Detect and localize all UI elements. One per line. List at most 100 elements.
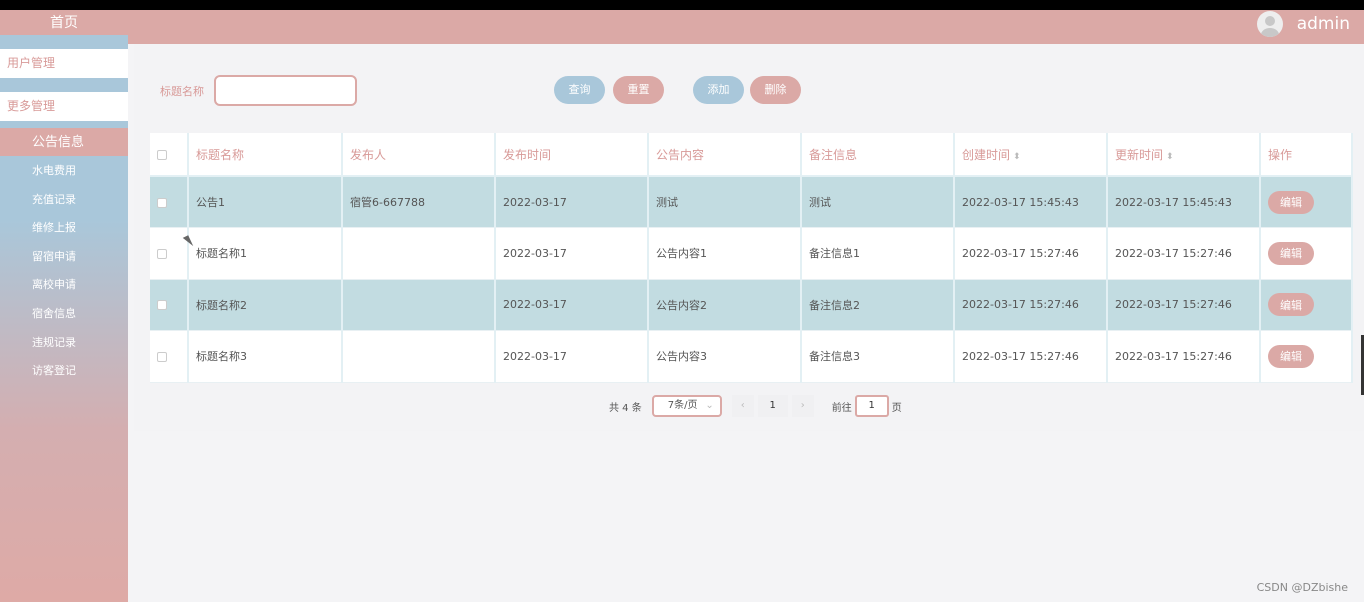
col-header-created[interactable]: 创建时间 ⬍ — [954, 133, 1108, 177]
cell-created: 2022-03-17 15:27:46 — [954, 330, 1108, 383]
row-select-cell[interactable] — [150, 176, 189, 228]
sidebar-subitem-leave[interactable]: 离校申请 — [0, 270, 128, 299]
col-header-updated[interactable]: 更新时间 ⬍ — [1107, 133, 1261, 177]
cell-remark: 备注信息2 — [801, 279, 955, 331]
sidebar-section-notice[interactable]: 公告信息 — [0, 128, 128, 156]
sort-icon[interactable]: ⬍ — [1013, 152, 1021, 162]
cell-publisher — [342, 227, 496, 280]
cell-content: 公告内容2 — [648, 279, 802, 331]
cell-publisher — [342, 279, 496, 331]
cell-created: 2022-03-17 15:27:46 — [954, 279, 1108, 331]
pagination: 共 4 条 7条/页 ⌄ ‹ 1 › 前往 1 页 — [609, 395, 902, 417]
table-header-row: 标题名称 发布人 发布时间 公告内容 备注信息 创建时间 ⬍ 更新时间 ⬍ 操作 — [150, 133, 1353, 177]
row-checkbox[interactable] — [157, 351, 167, 362]
sidebar-item-user-mgmt[interactable]: 用户管理 — [0, 49, 128, 78]
goto-label: 前往 — [831, 402, 852, 414]
cell-title: 标题名称2 — [188, 279, 343, 331]
cell-action: 编辑 — [1260, 176, 1353, 228]
cell-pub-time: 2022-03-17 — [495, 176, 649, 228]
top-header: admin — [128, 10, 1364, 44]
cell-created: 2022-03-17 15:45:43 — [954, 176, 1108, 228]
cell-publisher: 宿管6-667788 — [342, 176, 496, 228]
prev-page-button[interactable]: ‹ — [731, 395, 754, 417]
table-row: 标题名称3 2022-03-17 公告内容3 备注信息3 2022-03-17 … — [150, 330, 1353, 383]
table-row: 公告1 宿管6-667788 2022-03-17 测试 测试 2022-03-… — [150, 176, 1353, 228]
edit-button[interactable]: 编辑 — [1268, 241, 1314, 265]
notice-table: 标题名称 发布人 发布时间 公告内容 备注信息 创建时间 ⬍ 更新时间 ⬍ 操作 公… — [150, 133, 1353, 383]
cell-title: 标题名称1 — [188, 227, 343, 280]
chevron-down-icon: ⌄ — [705, 400, 714, 411]
sidebar-subitem-visitor[interactable]: 访客登记 — [0, 356, 128, 385]
sidebar-item-more-mgmt[interactable]: 更多管理 — [0, 92, 128, 121]
cell-updated: 2022-03-17 15:27:46 — [1107, 330, 1261, 383]
select-all-cell[interactable] — [150, 133, 189, 177]
page-size-value: 7条/页 — [667, 400, 698, 411]
sidebar-subitem-repair[interactable]: 维修上报 — [0, 213, 128, 242]
row-select-cell[interactable] — [150, 330, 189, 383]
row-checkbox[interactable] — [157, 197, 167, 208]
sort-icon[interactable]: ⬍ — [1166, 152, 1174, 162]
page-size-select[interactable]: 7条/页 ⌄ — [651, 395, 722, 417]
cell-pub-time: 2022-03-17 — [495, 227, 649, 280]
app-root: admin 首页 用户管理 更多管理 公告信息 水电费用 充值记录 维修上报 留… — [0, 10, 1364, 602]
col-header-pub-time: 发布时间 — [495, 133, 649, 177]
col-header-title: 标题名称 — [188, 133, 343, 177]
cell-updated: 2022-03-17 15:27:46 — [1107, 227, 1261, 280]
table-row: 标题名称2 2022-03-17 公告内容2 备注信息2 2022-03-17 … — [150, 279, 1353, 331]
query-button[interactable]: 查询 — [554, 76, 605, 104]
username[interactable]: admin — [1297, 14, 1350, 34]
cell-content: 公告内容3 — [648, 330, 802, 383]
cell-updated: 2022-03-17 15:45:43 — [1107, 176, 1261, 228]
avatar-icon[interactable] — [1256, 11, 1283, 37]
cell-created: 2022-03-17 15:27:46 — [954, 227, 1108, 280]
page-number-current[interactable]: 1 — [757, 395, 788, 417]
col-header-updated-label: 更新时间 — [1115, 147, 1164, 162]
search-input[interactable] — [214, 75, 357, 106]
edit-button[interactable]: 编辑 — [1268, 344, 1314, 368]
watermark: CSDN @DZbishe — [1256, 581, 1348, 594]
cell-action: 编辑 — [1260, 330, 1353, 383]
goto-page-input[interactable]: 1 — [854, 395, 889, 417]
sidebar-subitem-recharge[interactable]: 充值记录 — [0, 185, 128, 214]
reset-button[interactable]: 重置 — [613, 76, 664, 104]
row-checkbox[interactable] — [157, 248, 167, 259]
cell-pub-time: 2022-03-17 — [495, 330, 649, 383]
cell-remark: 备注信息3 — [801, 330, 955, 383]
cell-action: 编辑 — [1260, 227, 1353, 280]
cell-content: 公告内容1 — [648, 227, 802, 280]
cell-title: 标题名称3 — [188, 330, 343, 383]
cell-updated: 2022-03-17 15:27:46 — [1107, 279, 1261, 331]
table-row: 标题名称1 2022-03-17 公告内容1 备注信息1 2022-03-17 … — [150, 227, 1353, 280]
select-all-checkbox[interactable] — [157, 149, 167, 160]
edit-button[interactable]: 编辑 — [1268, 293, 1314, 317]
main-content: 标题名称 查询 重置 添加 删除 标题名称 发布人 发布时间 公告内容 备注信息… — [134, 44, 1364, 431]
cell-remark: 备注信息1 — [801, 227, 955, 280]
cell-action: 编辑 — [1260, 279, 1353, 331]
col-header-content: 公告内容 — [648, 133, 802, 177]
col-header-created-label: 创建时间 — [962, 147, 1011, 162]
sidebar-subitem-stay[interactable]: 留宿申请 — [0, 242, 128, 271]
delete-button[interactable]: 删除 — [750, 76, 801, 104]
user-menu[interactable]: admin — [1256, 10, 1350, 38]
sidebar-home[interactable]: 首页 — [0, 10, 128, 35]
add-button[interactable]: 添加 — [693, 76, 744, 104]
cell-pub-time: 2022-03-17 — [495, 279, 649, 331]
edit-button[interactable]: 编辑 — [1268, 190, 1314, 214]
pagination-total: 共 4 条 — [609, 402, 642, 414]
col-header-remark: 备注信息 — [801, 133, 955, 177]
next-page-button[interactable]: › — [791, 395, 814, 417]
search-row: 标题名称 — [160, 75, 357, 106]
search-label: 标题名称 — [160, 84, 204, 98]
sidebar-subitem-violation[interactable]: 违规记录 — [0, 328, 128, 357]
row-select-cell[interactable] — [150, 279, 189, 331]
row-checkbox[interactable] — [157, 300, 167, 311]
cell-title: 公告1 — [188, 176, 343, 228]
sidebar-divider — [0, 35, 128, 49]
page-suffix: 页 — [891, 402, 902, 414]
sidebar-subitem-dorm[interactable]: 宿舍信息 — [0, 299, 128, 328]
col-header-publisher: 发布人 — [342, 133, 496, 177]
sidebar-subitem-utility-fee[interactable]: 水电费用 — [0, 156, 128, 185]
row-select-cell[interactable] — [150, 227, 189, 280]
sidebar: 首页 用户管理 更多管理 公告信息 水电费用 充值记录 维修上报 留宿申请 离校… — [0, 10, 128, 602]
sidebar-divider — [0, 78, 128, 92]
